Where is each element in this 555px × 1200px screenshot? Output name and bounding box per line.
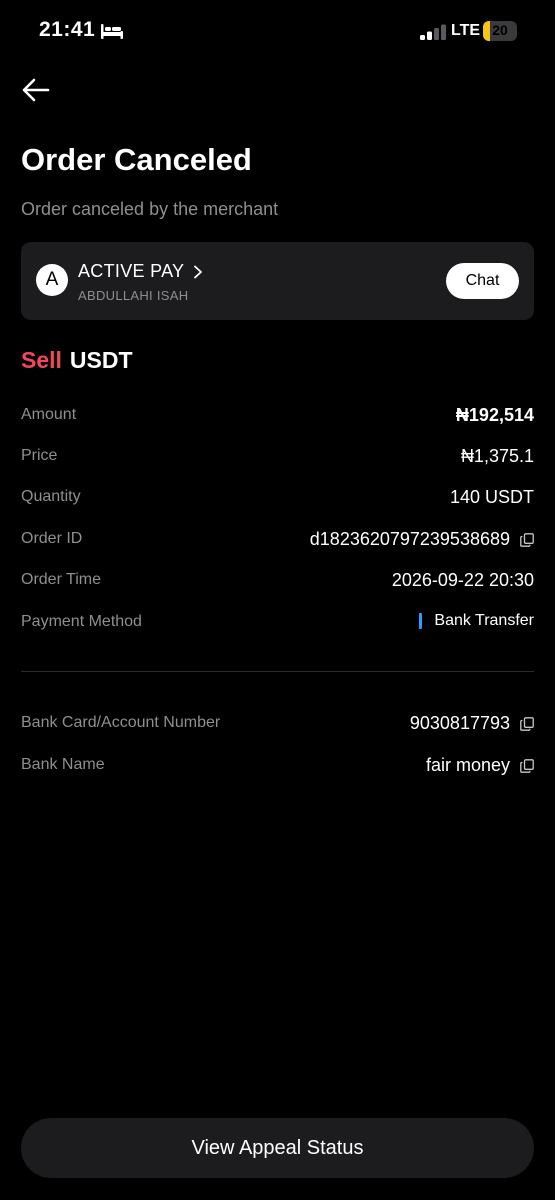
order-time-label: Order Time: [21, 571, 102, 588]
bank-name-value: fair money: [425, 755, 510, 775]
payment-method-indicator: [419, 613, 423, 629]
page-title: Order Canceled: [21, 142, 252, 177]
bank-name-value-wrap: fair money: [426, 755, 534, 776]
trade-asset: USDT: [69, 347, 133, 373]
amount-row: Amount ₦192,514: [21, 404, 534, 430]
copy-icon[interactable]: [520, 758, 534, 773]
account-number-row: Bank Card/Account Number 9030817793: [21, 712, 534, 738]
status-bar: 21:41 LTE 20: [0, 0, 555, 64]
bed-icon: [101, 24, 123, 39]
quantity-value: 140 USDT: [449, 487, 534, 507]
merchant-sub-name: ABDULLAHI ISAH: [78, 288, 189, 303]
bank-name-label: Bank Name: [21, 756, 105, 773]
amount-value: ₦192,514: [455, 405, 534, 425]
price-label: Price: [21, 447, 58, 464]
payment-method-value-wrap: Bank Transfer: [419, 612, 534, 630]
chat-button[interactable]: Chat: [446, 263, 519, 299]
copy-icon[interactable]: [520, 532, 534, 547]
divider: [21, 671, 534, 672]
payment-method-row: Payment Method Bank Transfer: [21, 611, 534, 637]
trade-header: Sell USDT: [21, 347, 133, 374]
avatar: A: [36, 264, 68, 296]
merchant-link[interactable]: ACTIVE PAY: [78, 261, 204, 282]
order-time-row: Order Time 2026-09-22 20:30: [21, 569, 534, 595]
account-number-value: 9030817793: [409, 713, 510, 733]
order-time-value: 2026-09-22 20:30: [391, 570, 534, 590]
chevron-right-icon: [194, 265, 203, 278]
payment-method-label: Payment Method: [21, 613, 142, 630]
trade-side: Sell: [21, 347, 62, 373]
quantity-row: Quantity 140 USDT: [21, 486, 534, 512]
bank-name-row: Bank Name fair money: [21, 754, 534, 780]
signal-icon: [420, 24, 446, 40]
network-label: LTE: [451, 22, 481, 39]
order-id-value: d1823620797239538689: [309, 529, 510, 549]
price-row: Price ₦1,375.1: [21, 445, 534, 471]
order-id-value-wrap: d1823620797239538689: [310, 529, 534, 550]
arrow-left-icon[interactable]: [20, 74, 52, 106]
status-time: 21:41: [39, 18, 96, 41]
battery-icon: 20: [483, 21, 517, 41]
merchant-name: ACTIVE PAY: [78, 261, 185, 281]
page-subtitle: Order canceled by the merchant: [21, 199, 279, 219]
view-appeal-status-button[interactable]: View Appeal Status: [21, 1118, 534, 1178]
merchant-card: A ACTIVE PAY ABDULLAHI ISAH Chat: [21, 242, 534, 320]
payment-method-value: Bank Transfer: [434, 612, 534, 629]
price-value: ₦1,375.1: [460, 446, 534, 466]
account-number-value-wrap: 9030817793: [410, 713, 534, 734]
order-id-label: Order ID: [21, 530, 83, 547]
quantity-label: Quantity: [21, 488, 81, 505]
copy-icon[interactable]: [520, 716, 534, 731]
battery-level: 20: [492, 22, 508, 38]
amount-label: Amount: [21, 406, 77, 423]
account-number-label: Bank Card/Account Number: [21, 714, 221, 731]
order-id-row: Order ID d1823620797239538689: [21, 528, 534, 554]
